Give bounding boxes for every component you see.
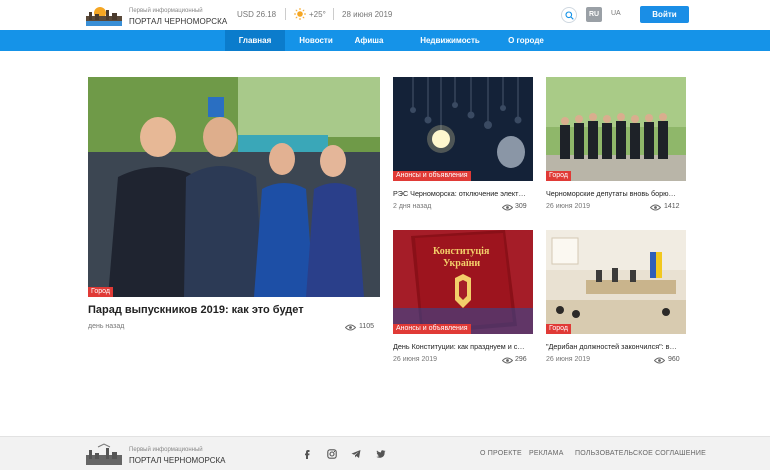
card-image[interactable]: Город	[546, 230, 686, 334]
nav-item-about-city[interactable]: О городе	[500, 30, 552, 51]
views-eye-icon	[650, 204, 661, 211]
search-button[interactable]	[561, 7, 577, 23]
brand-title: ПОРТАЛ ЧЕРНОМОРСКА	[129, 17, 228, 26]
nav-item-realty[interactable]: Недвижимость	[412, 30, 488, 51]
footer-brand-tagline: Первый информационный	[129, 447, 203, 453]
card-category-tag[interactable]: Город	[546, 171, 571, 181]
nav-item-events[interactable]: Афиша	[346, 30, 392, 51]
card-date: 26 июня 2019	[393, 356, 438, 363]
card-date: 2 дня назад	[393, 203, 432, 210]
weather-sun-icon	[294, 8, 306, 20]
footer-link-terms[interactable]: ПОЛЬЗОВАТЕЛЬСКОЕ СОГЛАШЕНИЕ	[575, 450, 706, 457]
header-divider	[333, 8, 334, 20]
card-image[interactable]: Конституція України Анонсы и объявления	[393, 230, 533, 334]
footer-brand-title: ПОРТАЛ ЧЕРНОМОРСКА	[129, 456, 226, 465]
constitution-photo: Конституція України	[393, 230, 533, 334]
constitution-text-line1: Конституція	[433, 246, 490, 257]
card-views: 296	[515, 356, 527, 363]
card-category-tag[interactable]: Анонсы и объявления	[393, 171, 471, 181]
main-nav: Главная Новости Афиша Недвижимость О гор…	[0, 30, 770, 51]
constitution-text-line2: України	[443, 258, 480, 269]
lead-story-title[interactable]: Парад выпускников 2019: как это будет	[88, 304, 304, 316]
views-eye-icon	[654, 357, 665, 364]
card-category-tag[interactable]: Город	[546, 324, 571, 334]
login-button[interactable]: Войти	[640, 6, 689, 23]
facebook-icon[interactable]	[302, 449, 312, 459]
site-brand[interactable]: Первый информационный ПОРТАЛ ЧЕРНОМОРСКА	[129, 7, 227, 26]
lead-story-views: 1105	[359, 323, 375, 330]
light-bulbs-photo	[393, 77, 533, 181]
site-logo-icon[interactable]	[86, 4, 122, 26]
footer-brand[interactable]: Первый информационный ПОРТАЛ ЧЕРНОМОРСКА	[129, 446, 225, 465]
views-eye-icon	[345, 324, 356, 331]
graduates-photo	[88, 77, 380, 297]
lead-story-date: день назад	[88, 323, 125, 330]
nav-item-news[interactable]: Новости	[288, 30, 344, 51]
lead-story-image[interactable]: Город	[88, 77, 380, 297]
site-footer: Первый информационный ПОРТАЛ ЧЕРНОМОРСКА…	[0, 436, 770, 470]
views-eye-icon	[502, 357, 513, 364]
lead-category-tag[interactable]: Город	[88, 287, 113, 297]
telegram-icon[interactable]	[351, 449, 361, 459]
twitter-icon[interactable]	[376, 449, 386, 459]
card-image[interactable]: Анонсы и объявления	[393, 77, 533, 181]
footer-link-about[interactable]: О ПРОЕКТЕ	[480, 450, 522, 457]
card-views: 309	[515, 203, 527, 210]
footer-logo-icon[interactable]	[86, 443, 122, 465]
card-views: 1412	[664, 203, 680, 210]
current-date: 28 июня 2019	[342, 10, 393, 19]
council-hall-photo	[546, 230, 686, 334]
deputies-photo	[546, 77, 686, 181]
card-category-tag[interactable]: Анонсы и объявления	[393, 324, 471, 334]
currency-rate: USD 26.18	[237, 10, 277, 19]
card-title[interactable]: Черноморские депутаты вновь борю…	[546, 189, 686, 198]
search-icon	[565, 11, 574, 20]
views-eye-icon	[502, 204, 513, 211]
card-views: 960	[668, 356, 680, 363]
brand-tagline: Первый информационный	[129, 8, 203, 14]
card-title[interactable]: "Дерибан должностей закончился": в…	[546, 342, 686, 351]
lang-ru-button[interactable]: RU	[586, 7, 602, 22]
header-divider	[285, 8, 286, 20]
card-image[interactable]: Город	[546, 77, 686, 181]
card-title[interactable]: День Конституции: как празднуем и с…	[393, 342, 533, 351]
card-date: 26 июня 2019	[546, 203, 591, 210]
lang-ua-button[interactable]: UA	[611, 10, 621, 17]
instagram-icon[interactable]	[327, 449, 337, 459]
card-date: 26 июня 2019	[546, 356, 591, 363]
site-header: Первый информационный ПОРТАЛ ЧЕРНОМОРСКА…	[0, 0, 770, 30]
footer-link-ads[interactable]: РЕКЛАМА	[529, 450, 564, 457]
temperature: +25°	[309, 10, 326, 19]
card-title[interactable]: РЭС Черноморска: отключение элект…	[393, 189, 533, 198]
nav-item-home[interactable]: Главная	[225, 30, 285, 51]
